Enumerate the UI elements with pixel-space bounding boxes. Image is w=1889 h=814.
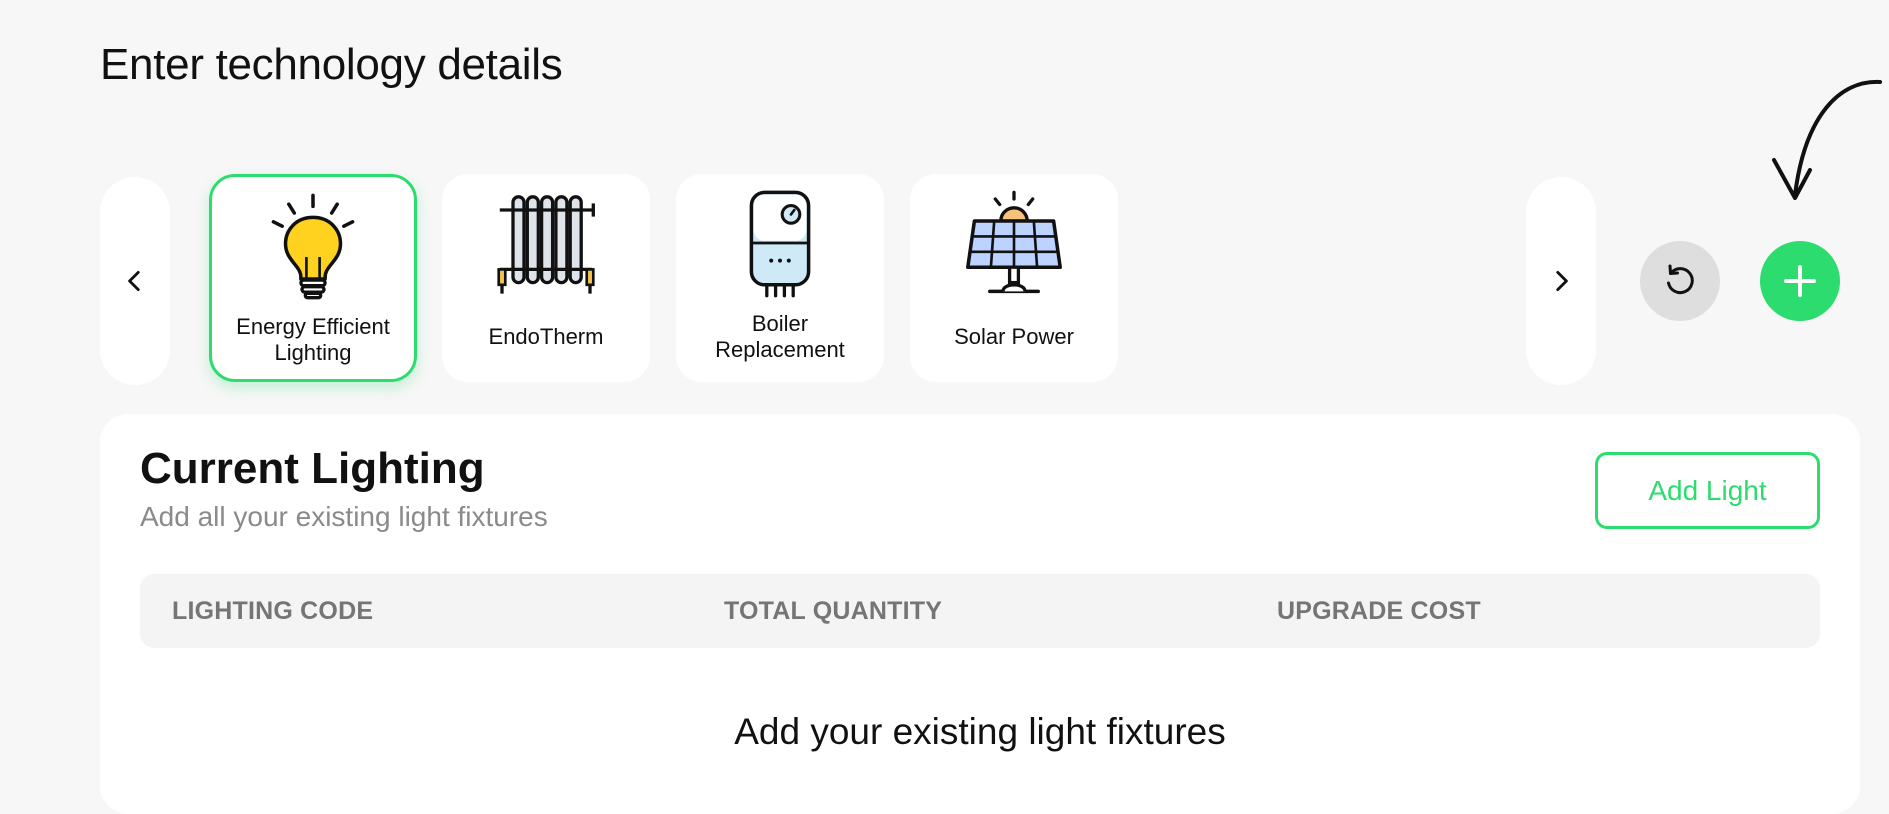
current-lighting-panel: Current Lighting Add all your existing l… bbox=[100, 414, 1860, 814]
reset-icon bbox=[1667, 264, 1694, 295]
tech-card-solar-power[interactable]: Solar Power bbox=[910, 174, 1118, 382]
chevron-right-icon bbox=[1556, 270, 1568, 292]
panel-title: Current Lighting bbox=[140, 444, 485, 493]
reset-button[interactable] bbox=[1640, 241, 1720, 321]
tech-card-label: Boiler Replacement bbox=[715, 311, 845, 362]
tech-card-label: Energy Efficient Lighting bbox=[236, 314, 390, 365]
add-light-button[interactable]: Add Light bbox=[1595, 452, 1820, 529]
column-header-total-quantity[interactable]: TOTAL QUANTITY bbox=[724, 574, 942, 648]
tech-card-endotherm[interactable]: EndoTherm bbox=[442, 174, 650, 382]
tech-card-energy-efficient-lighting[interactable]: Energy Efficient Lighting bbox=[209, 174, 417, 382]
annotation-arrow-icon bbox=[1772, 79, 1882, 200]
page-title: Enter technology details bbox=[100, 40, 563, 89]
tech-card-label: Solar Power bbox=[954, 324, 1074, 349]
tech-card-label: EndoTherm bbox=[488, 324, 604, 349]
panel-subtitle: Add all your existing light fixtures bbox=[140, 501, 548, 532]
tech-card-boiler-replacement[interactable]: Boiler Replacement bbox=[676, 174, 884, 382]
empty-state-title: Add your existing light fixtures bbox=[734, 711, 1226, 752]
chevron-left-icon bbox=[128, 270, 140, 292]
radiator-icon bbox=[497, 195, 595, 294]
solar-panel-icon bbox=[966, 190, 1062, 294]
light-bulb-icon bbox=[271, 193, 355, 300]
boiler-icon bbox=[749, 190, 811, 298]
table-header: LIGHTING CODE TOTAL QUANTITY UPGRADE COS… bbox=[140, 574, 1820, 648]
carousel-next-button[interactable] bbox=[1526, 177, 1596, 385]
add-technology-button[interactable] bbox=[1760, 241, 1840, 321]
column-header-upgrade-cost[interactable]: UPGRADE COST bbox=[1277, 574, 1481, 648]
column-header-lighting-code[interactable]: LIGHTING CODE bbox=[172, 574, 373, 648]
carousel-prev-button[interactable] bbox=[100, 177, 170, 385]
plus-icon bbox=[1784, 265, 1816, 297]
